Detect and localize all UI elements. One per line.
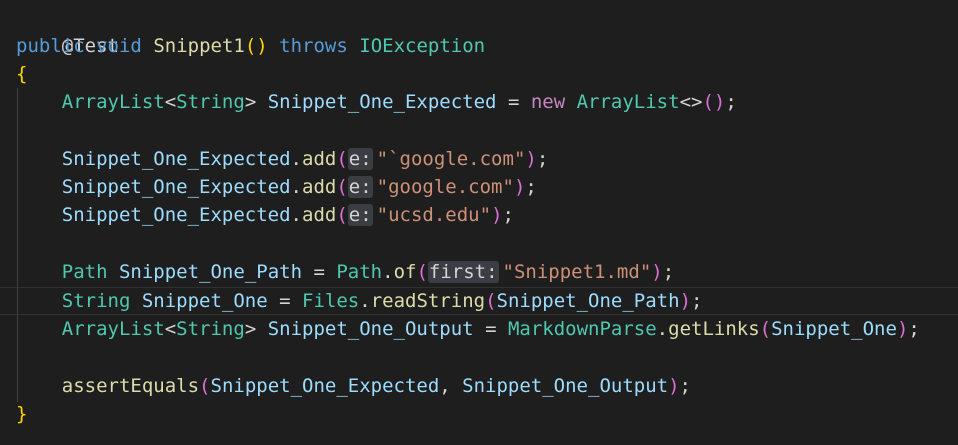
class-markdownparse: MarkdownParse [507,318,657,340]
semicolon: ; [502,204,514,226]
inlay-hint-e: e: [347,148,373,170]
open-brace: { [16,63,28,85]
variable-expected: Snippet_One_Expected [61,204,291,226]
dot: . [290,148,302,170]
semicolon: ; [525,176,537,198]
method-readstring: readString [370,290,486,312]
method-add: add [302,148,337,170]
string-literal: "`google.com" [376,148,526,170]
method-add: add [302,204,337,226]
code-line-11[interactable]: String Snippet_One = Files.readString(Sn… [16,287,703,315]
type-arraylist: ArrayList [61,318,165,340]
open-paren: ( [336,176,348,198]
assign-op: = [496,91,531,113]
string-literal: "ucsd.edu" [376,204,492,226]
close-paren: ) [525,148,537,170]
dot: . [290,204,302,226]
code-line-15[interactable]: } [16,400,27,428]
diamond-op: <> [679,91,703,113]
inlay-hint-e: e: [347,176,373,198]
dot: . [382,261,394,283]
generic-open: < [164,91,177,113]
open-paren: ( [759,318,772,340]
open-paren: ( [336,148,348,170]
type-path: Path [61,261,108,283]
inlay-hint-first: first: [427,261,499,283]
semicolon: ; [725,91,737,113]
assign-op: = [302,261,337,283]
code-line-14[interactable]: assertEquals(Snippet_One_Expected, Snipp… [16,372,691,400]
keyword-public: public [16,35,85,57]
type-string: String [176,91,245,113]
code-line-12[interactable]: ArrayList<String> Snippet_One_Output = M… [16,315,920,343]
code-line-6[interactable]: Snippet_One_Expected.add(e: "`google.com"… [16,145,548,173]
comma: , [439,375,463,397]
close-paren: ) [491,204,503,226]
close-paren: ) [679,290,692,312]
method-add: add [302,176,337,198]
semicolon: ; [691,290,703,312]
generic-close: > [244,91,257,113]
inlay-hint-e: e: [347,204,373,226]
argument-snippet-one: Snippet_One [771,318,897,340]
code-line-1[interactable]: @Test [16,4,119,57]
method-getlinks: getLinks [668,318,760,340]
keyword-throws: throws [279,35,348,57]
close-paren: ) [513,176,526,198]
code-line-8[interactable]: Snippet_One_Expected.add(e: "ucsd.edu"); [16,201,514,229]
semicolon: ; [536,148,549,170]
class-path: Path [336,261,383,283]
class-files: Files [302,290,360,312]
method-name: Snippet1 [153,35,245,57]
code-line-7[interactable]: Snippet_One_Expected.add(e: "google.com")… [16,173,537,201]
code-line-10[interactable]: Path Snippet_One_Path = Path.of(first: "S… [16,258,674,286]
constructor-arraylist: ArrayList [576,91,680,113]
open-paren: ( [199,375,211,397]
semicolon: ; [908,318,920,340]
dot: . [290,176,302,198]
variable-expected: Snippet_One_Expected [267,91,497,113]
code-line-4[interactable]: ArrayList<String> Snippet_One_Expected =… [16,88,737,116]
argument-output: Snippet_One_Output [462,375,669,397]
string-literal: "Snippet1.md" [502,261,652,283]
semicolon: ; [662,261,675,283]
semicolon: ; [679,375,691,397]
close-paren: ) [896,318,909,340]
close-paren: ) [651,261,663,283]
argument-expected: Snippet_One_Expected [210,375,440,397]
generic-open: < [164,318,177,340]
variable-output: Snippet_One_Output [267,318,474,340]
close-paren: ) [668,375,680,397]
code-line-2[interactable]: public void Snippet1() throws IOExceptio… [16,32,485,60]
method-assertequals: assertEquals [61,375,200,397]
code-editor[interactable]: @Test public void Snippet1() throws IOEx… [0,0,958,445]
assign-op: = [473,318,508,340]
type-string: String [61,290,131,312]
method-of: of [393,261,417,283]
argument-path: Snippet_One_Path [496,290,680,312]
variable-path: Snippet_One_Path [118,261,303,283]
dot: . [359,290,371,312]
exception-type: IOException [359,35,486,57]
type-arraylist: ArrayList [61,91,165,113]
string-literal: "google.com" [376,176,514,198]
type-string: String [176,318,245,340]
dot: . [656,318,669,340]
variable-expected: Snippet_One_Expected [61,148,291,170]
variable-expected: Snippet_One_Expected [61,176,291,198]
code-line-3[interactable]: { [16,60,27,88]
indent-guide [17,88,18,402]
open-paren: ( [485,290,497,312]
assign-op: = [267,290,303,312]
ctor-parens: () [702,91,726,113]
generic-close: > [244,318,257,340]
variable-snippet-one: Snippet_One [141,290,268,312]
method-parens: () [244,35,268,57]
open-paren: ( [416,261,428,283]
keyword-void: void [96,35,142,57]
close-brace: } [16,403,28,425]
keyword-new: new [530,91,566,113]
open-paren: ( [336,204,348,226]
